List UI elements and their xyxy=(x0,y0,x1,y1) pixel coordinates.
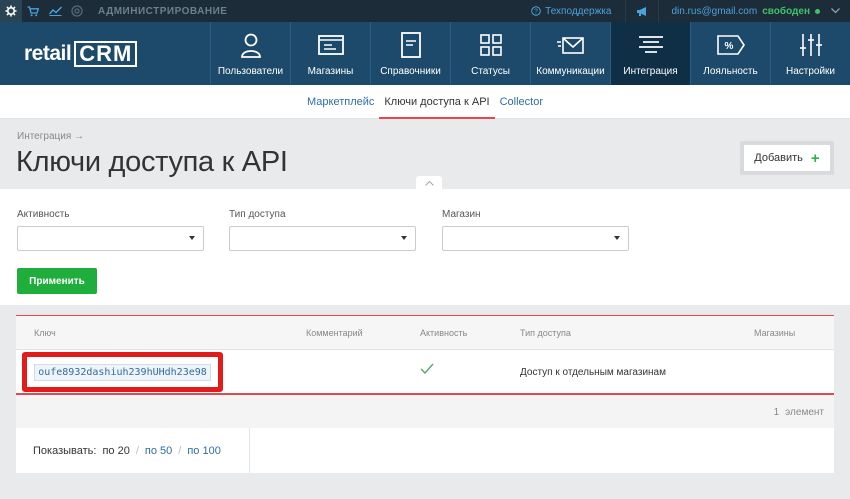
apply-button[interactable]: Применить xyxy=(17,268,97,294)
activity-select[interactable] xyxy=(17,226,204,251)
nav-item-settings[interactable]: Настройки xyxy=(770,22,850,85)
nav-item-statuses[interactable]: Статусы xyxy=(450,22,530,85)
target-icon[interactable] xyxy=(66,0,88,22)
breadcrumb[interactable]: Интеграция → xyxy=(17,131,84,142)
items-count-label: элемент xyxy=(785,407,824,418)
page-size-20[interactable]: по 20 xyxy=(102,445,129,457)
nav-item-loyalty[interactable]: % Лояльность xyxy=(690,22,770,85)
nav-item-shops[interactable]: Магазины xyxy=(290,22,370,85)
api-key-value[interactable]: oufe8932dashiuh239hUHdh23e98 xyxy=(34,363,211,381)
caret-down-icon xyxy=(614,236,620,240)
table-row[interactable]: oufe8932dashiuh239hUHdh23e98 Доступ к от… xyxy=(16,351,834,395)
nav-item-directories[interactable]: Справочники xyxy=(370,22,450,85)
admin-label[interactable]: АДМИНИСТРИРОВАНИЕ xyxy=(98,6,227,17)
megaphone-icon[interactable] xyxy=(625,0,660,22)
caret-down-icon xyxy=(401,236,407,240)
checkmark-icon xyxy=(420,363,434,375)
plus-icon: + xyxy=(810,149,820,167)
table-header: Ключ Комментарий Активность Тип доступа … xyxy=(16,316,834,350)
filter-access-type: Тип доступа xyxy=(229,209,416,251)
filter-label: Тип доступа xyxy=(229,209,286,220)
shop-select[interactable] xyxy=(442,226,629,251)
highlighted-key-box: oufe8932dashiuh239hUHdh23e98 xyxy=(22,352,223,392)
svg-text:?: ? xyxy=(534,9,538,16)
svg-text:%: % xyxy=(724,41,733,52)
nav-item-integration[interactable]: Интеграция xyxy=(610,22,690,85)
filter-shop: Магазин xyxy=(442,209,629,251)
access-type-select[interactable] xyxy=(229,226,416,251)
user-menu[interactable]: din.rus@gmail.com свободен xyxy=(659,6,850,17)
nav-item-users[interactable]: Пользователи xyxy=(210,22,290,85)
integration-icon xyxy=(637,31,665,59)
chevron-up-icon xyxy=(424,180,434,186)
access-type-cell: Доступ к отдельным магазинам xyxy=(520,367,666,378)
user-email: din.rus@gmail.com xyxy=(671,5,758,17)
column-header-activity[interactable]: Активность xyxy=(420,328,467,338)
column-header-shops[interactable]: Магазины xyxy=(754,328,795,338)
add-button-label: Добавить xyxy=(754,152,803,164)
column-header-comment[interactable]: Комментарий xyxy=(306,328,363,338)
support-link[interactable]: ? Техподдержка xyxy=(517,6,625,17)
nav-label: Коммуникации xyxy=(536,66,605,77)
nav-label: Статусы xyxy=(471,66,510,77)
column-header-key[interactable]: Ключ xyxy=(34,328,56,338)
status-dot xyxy=(815,8,820,14)
chevron-down-icon xyxy=(831,6,840,17)
collapse-filters-toggle[interactable] xyxy=(416,176,442,190)
nav-label: Интеграция xyxy=(623,66,678,77)
chart-icon[interactable] xyxy=(44,0,66,22)
logo-text-retail: retail xyxy=(24,41,72,65)
separator: / xyxy=(135,444,139,457)
sliders-icon xyxy=(797,31,825,59)
main-nav: retail CRM Пользователи Магазины Справоч… xyxy=(0,22,850,85)
shop-icon xyxy=(317,31,345,59)
page-size-selector: Показывать: по 20 / по 50 / по 100 xyxy=(16,428,250,473)
help-circle-icon: ? xyxy=(531,6,541,16)
percent-icon: % xyxy=(716,31,745,59)
page-title: Ключи доступа к API xyxy=(16,146,288,178)
message-icon xyxy=(556,31,585,59)
nav-label: Лояльность xyxy=(703,66,758,77)
subnav-marketplace[interactable]: Маркетплейс xyxy=(302,85,379,119)
filter-activity: Активность xyxy=(17,209,204,251)
add-button[interactable]: Добавить + xyxy=(740,141,834,175)
table-footer: 1 элемент xyxy=(16,395,834,428)
cart-icon[interactable] xyxy=(22,0,44,22)
subnav-api-keys[interactable]: Ключи доступа к API xyxy=(379,85,495,119)
gear-icon[interactable] xyxy=(0,0,22,22)
user-status: свободен xyxy=(762,5,810,17)
subnav-collector[interactable]: Collector xyxy=(495,85,548,119)
page-size-100[interactable]: по 100 xyxy=(187,445,220,457)
items-count: 1 элемент xyxy=(774,407,824,418)
column-header-access-type[interactable]: Тип доступа xyxy=(520,328,571,338)
filter-panel: Активность Тип доступа Магазин Применить xyxy=(0,189,850,305)
grid-icon xyxy=(477,31,505,59)
filter-label: Активность xyxy=(17,209,70,220)
separator: / xyxy=(178,444,182,457)
logo-text-crm: CRM xyxy=(74,40,138,67)
caret-down-icon xyxy=(189,236,195,240)
items-count-number: 1 xyxy=(773,407,780,418)
api-keys-table: Ключ Комментарий Активность Тип доступа … xyxy=(16,315,834,473)
retailcrm-logo[interactable]: retail CRM xyxy=(0,22,210,85)
admin-topbar: АДМИНИСТРИРОВАНИЕ ? Техподдержка din.rus… xyxy=(0,0,850,22)
nav-label: Пользователи xyxy=(217,66,284,77)
sub-nav: Маркетплейс Ключи доступа к API Collecto… xyxy=(0,85,850,119)
user-icon xyxy=(237,31,265,59)
filter-label: Магазин xyxy=(442,209,481,220)
document-icon xyxy=(397,31,425,59)
nav-label: Справочники xyxy=(380,66,441,77)
page-size-label: Показывать: xyxy=(33,444,97,457)
page-size-50[interactable]: по 50 xyxy=(145,445,172,457)
nav-item-communications[interactable]: Коммуникации xyxy=(530,22,610,85)
nav-label: Настройки xyxy=(785,66,836,77)
nav-label: Магазины xyxy=(307,66,354,77)
support-label: Техподдержка xyxy=(545,5,612,17)
